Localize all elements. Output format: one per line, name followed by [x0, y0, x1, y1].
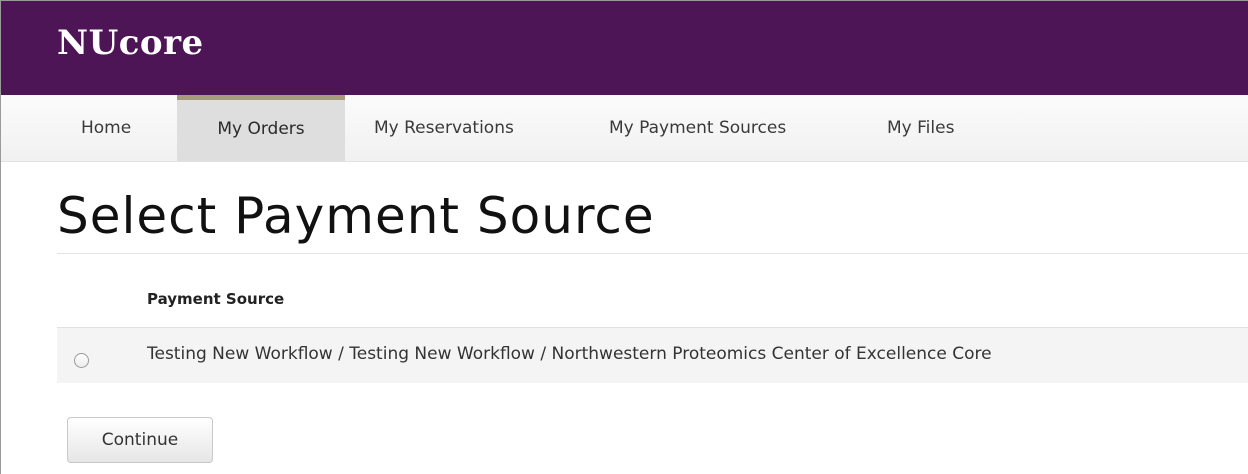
radio-unselected-icon[interactable] [74, 353, 89, 368]
nav-item-my-payment-sources[interactable]: My Payment Sources [609, 95, 786, 161]
column-header-payment-source: Payment Source [147, 290, 285, 308]
nav-item-my-orders[interactable]: My Orders [177, 95, 345, 161]
continue-button[interactable]: Continue [67, 417, 213, 463]
page-title: Select Payment Source [57, 187, 655, 245]
nav-item-my-files[interactable]: My Files [887, 95, 954, 161]
header-bar: NUcore [1, 1, 1248, 95]
main-nav: Home My Orders My Reservations My Paymen… [1, 95, 1248, 162]
table-row[interactable]: Testing New Workflow / Testing New Workf… [57, 327, 1248, 383]
title-divider [57, 253, 1248, 254]
page: NUcore Home My Orders My Reservations My… [0, 0, 1248, 474]
payment-source-label: Testing New Workflow / Testing New Workf… [147, 344, 992, 364]
nav-item-my-reservations[interactable]: My Reservations [374, 95, 514, 161]
app-logo[interactable]: NUcore [57, 23, 204, 63]
nav-item-home[interactable]: Home [81, 95, 131, 161]
